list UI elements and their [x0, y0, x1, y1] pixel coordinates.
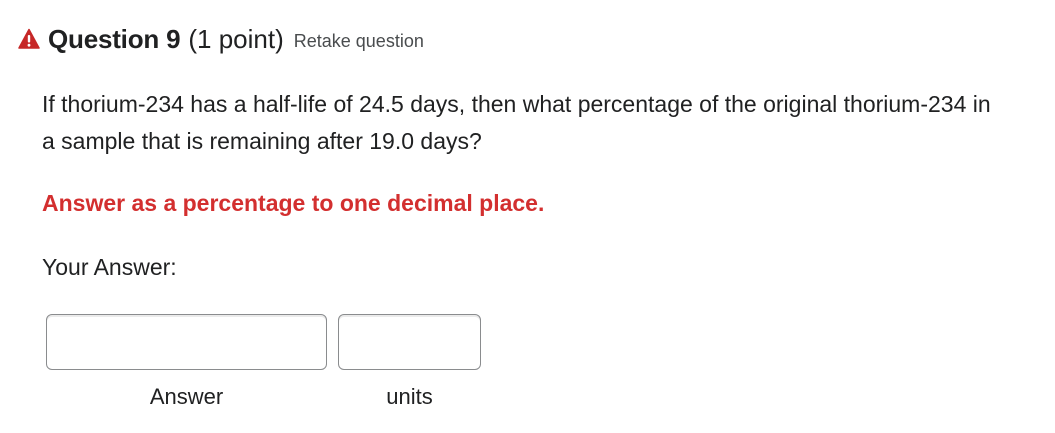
warning-icon	[18, 28, 40, 50]
units-field-label: units	[386, 384, 433, 409]
question-points: (1 point)	[188, 23, 284, 54]
your-answer-label: Your Answer:	[42, 254, 177, 280]
answer-field-label: Answer	[149, 384, 224, 409]
question-header: Question 9 (1 point) Retake question	[18, 22, 424, 56]
answer-input[interactable]	[46, 314, 327, 370]
retake-question-link[interactable]: Retake question	[294, 31, 424, 52]
question-title: Question 9	[48, 23, 181, 54]
answer-instruction: Answer as a percentage to one decimal pl…	[42, 190, 545, 216]
units-input[interactable]	[338, 314, 481, 370]
question-text: If thorium-234 has a half-life of 24.5 d…	[42, 91, 991, 154]
